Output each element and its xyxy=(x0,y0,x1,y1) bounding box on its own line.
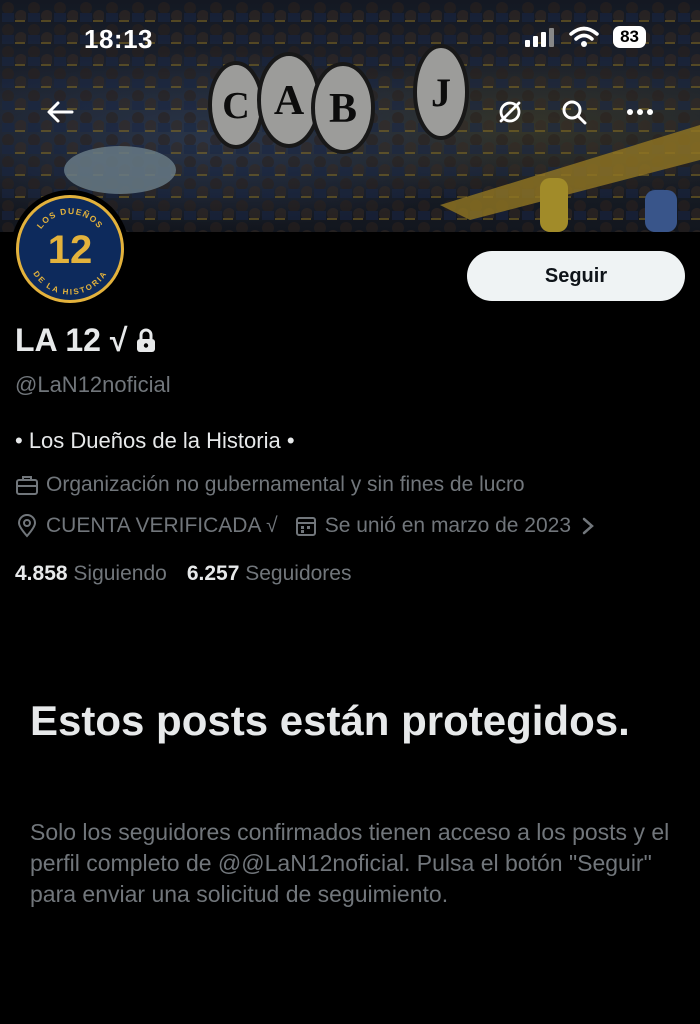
logo-ring-top: LOS DUEÑOS xyxy=(35,206,104,231)
profile-category: Organización no gubernamental y sin fine… xyxy=(15,473,525,497)
follow-stats: 4.858 Siguiendo 6.257 Seguidores xyxy=(15,562,351,586)
wifi-icon xyxy=(569,26,599,47)
back-button[interactable] xyxy=(40,92,80,132)
location-text: CUENTA VERIFICADA √ xyxy=(46,514,278,537)
no-entry-refresh-icon xyxy=(499,101,521,123)
follow-button[interactable]: Seguir xyxy=(467,251,685,301)
arrow-left-icon xyxy=(47,101,74,123)
refresh-button[interactable] xyxy=(490,92,530,132)
display-name: LA 12 √ xyxy=(15,322,128,358)
followers-count: 6.257 xyxy=(186,562,240,585)
profile-meta-row: CUENTA VERIFICADA √ Se unió en marzo de … xyxy=(15,514,595,538)
signal-icon xyxy=(525,28,555,47)
search-icon xyxy=(562,100,587,125)
search-button[interactable] xyxy=(554,92,594,132)
battery-indicator: 83 xyxy=(613,26,646,48)
logo-ring-bottom: DE LA HISTORIA xyxy=(31,269,107,296)
profile-bio: • Los Dueños de la Historia • xyxy=(15,428,295,453)
protected-description: Solo los seguidores confirmados tienen a… xyxy=(30,819,670,907)
status-icons: 83 xyxy=(525,26,646,48)
avatar-logo: LOS DUEÑOS DE LA HISTORIA 12 xyxy=(16,195,124,303)
followers-label: Seguidores xyxy=(245,562,352,585)
briefcase-icon xyxy=(16,476,38,495)
status-time: 18:13 xyxy=(84,24,153,54)
svg-text:LOS DUEÑOS: LOS DUEÑOS xyxy=(35,206,106,231)
more-options-button[interactable] xyxy=(620,92,660,132)
lock-icon xyxy=(137,328,156,352)
protected-title: Estos posts están protegidos. xyxy=(30,697,630,744)
logo-emblem: LOS DUEÑOS DE LA HISTORIA 12 xyxy=(31,206,108,297)
profile-name-row: LA 12 √ xyxy=(15,322,157,359)
category-text: Organización no gubernamental y sin fine… xyxy=(46,473,525,496)
profile-avatar[interactable]: LOS DUEÑOS DE LA HISTORIA 12 xyxy=(11,190,129,308)
joined-text: Se unió en marzo de 2023 xyxy=(324,514,572,537)
following-count: 4.858 xyxy=(15,562,68,585)
followers-link[interactable]: 6.257 Seguidores xyxy=(187,562,352,586)
chevron-right-icon[interactable] xyxy=(581,516,595,536)
profile-handle: @LaN12noficial xyxy=(15,372,171,397)
location-pin-icon xyxy=(17,514,37,538)
logo-number: 12 xyxy=(48,228,93,272)
calendar-icon xyxy=(295,517,316,536)
following-link[interactable]: 4.858 Siguiendo xyxy=(15,562,167,586)
following-label: Siguiendo xyxy=(73,562,167,585)
more-dots-icon xyxy=(627,109,653,115)
svg-text:DE LA HISTORIA: DE LA HISTORIA xyxy=(31,269,108,296)
